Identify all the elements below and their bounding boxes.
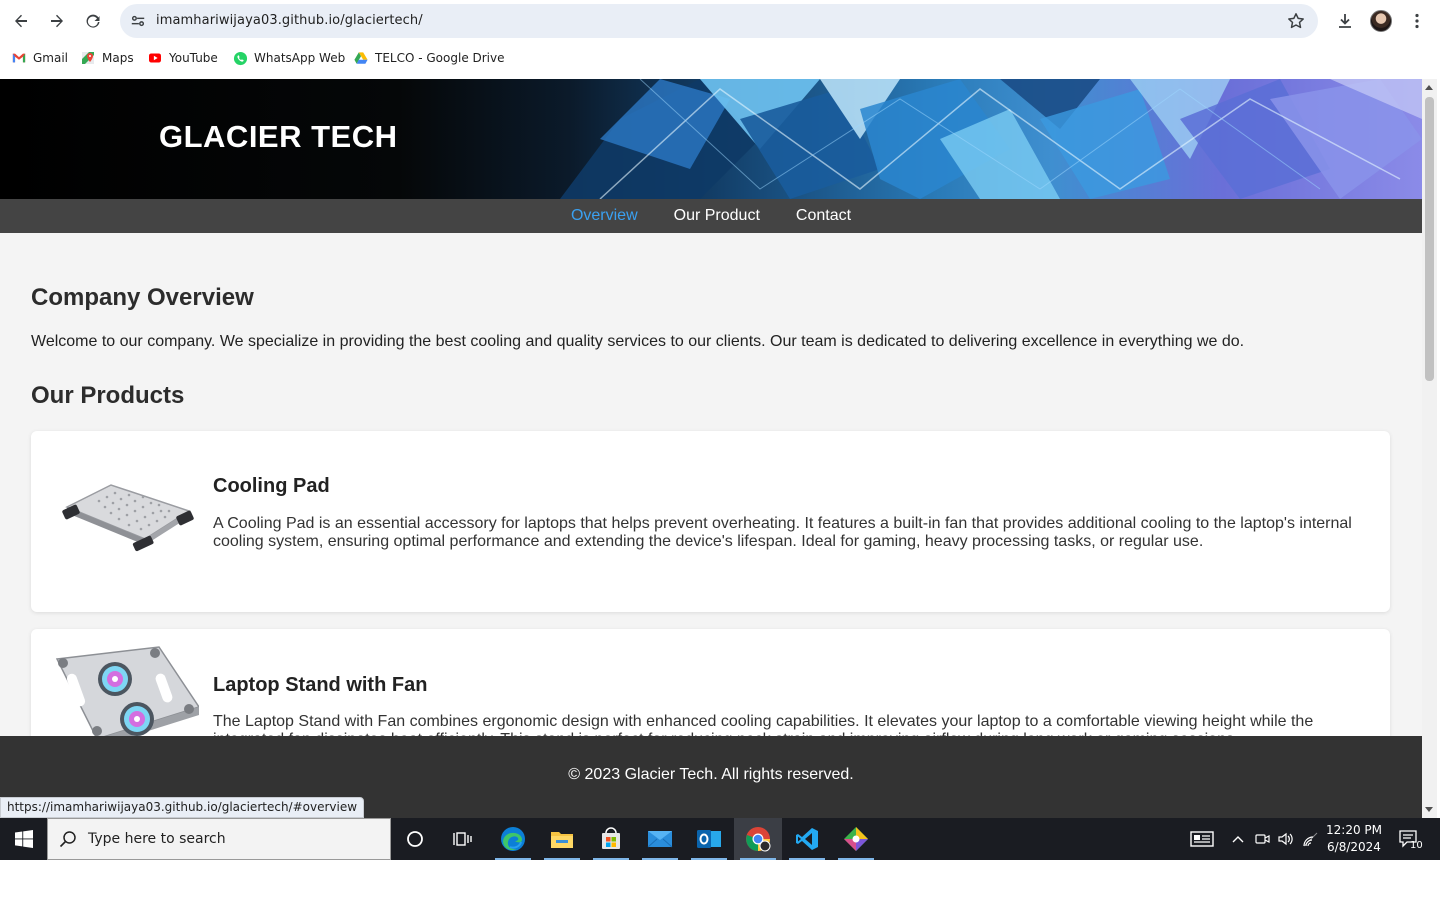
bookmark-google-drive[interactable]: TELCO - Google Drive bbox=[353, 49, 505, 67]
product-title: Cooling Pad bbox=[213, 475, 330, 497]
downloads-icon[interactable] bbox=[1331, 7, 1359, 35]
cooling-pad-image bbox=[49, 467, 199, 577]
page-viewport: GLACIER TECH Overview Our Product Contac… bbox=[0, 79, 1422, 818]
git-kraken-icon[interactable] bbox=[832, 818, 880, 860]
back-button[interactable] bbox=[7, 7, 35, 35]
menu-kebab-icon[interactable] bbox=[1403, 7, 1431, 35]
address-bar[interactable]: imamhariwijaya03.github.io/glaciertech/ bbox=[120, 4, 1318, 38]
bookmark-youtube[interactable]: YouTube bbox=[147, 49, 218, 67]
hero-banner: GLACIER TECH bbox=[0, 79, 1422, 199]
file-explorer-icon[interactable] bbox=[538, 818, 586, 860]
arrow-right-icon bbox=[51, 14, 63, 28]
vscode-icon[interactable] bbox=[783, 818, 831, 860]
product-card-cooling-pad: Cooling Pad A Cooling Pad is an essentia… bbox=[31, 431, 1390, 612]
google-drive-icon bbox=[353, 50, 369, 66]
nav-link-overview[interactable]: Overview bbox=[571, 207, 638, 225]
scroll-up-arrow-icon[interactable] bbox=[1425, 85, 1433, 90]
company-overview-text: Welcome to our company. We specialize in… bbox=[31, 333, 1245, 350]
windows-taskbar: Type here to search 12:20 PM 6/8/2024 10 bbox=[0, 818, 1440, 860]
bookmark-label: Gmail bbox=[33, 51, 69, 65]
link-status-bubble: https://imamhariwijaya03.github.io/glaci… bbox=[0, 797, 365, 818]
profile-avatar[interactable] bbox=[1370, 10, 1392, 32]
screen-bottom-margin bbox=[0, 860, 1440, 900]
chrome-icon[interactable] bbox=[734, 818, 782, 860]
whatsapp-icon bbox=[232, 50, 248, 66]
clock-time: 12:20 PM bbox=[1326, 823, 1382, 837]
site-logo-text[interactable]: GLACIER TECH bbox=[159, 119, 398, 155]
bookmark-maps[interactable]: Maps bbox=[80, 49, 134, 67]
site-info-icon[interactable] bbox=[128, 11, 148, 31]
bookmark-label: WhatsApp Web bbox=[254, 51, 346, 65]
notification-center-icon[interactable]: 10 bbox=[1394, 818, 1424, 860]
chevron-up-icon[interactable] bbox=[1228, 818, 1248, 860]
bookmark-whatsapp[interactable]: WhatsApp Web bbox=[232, 49, 345, 67]
bookmark-star-icon[interactable] bbox=[1286, 11, 1306, 31]
system-clock[interactable]: 12:20 PM 6/8/2024 bbox=[1316, 822, 1392, 856]
site-navbar: Overview Our Product Contact bbox=[0, 199, 1422, 233]
search-icon bbox=[48, 830, 88, 848]
meet-now-icon[interactable] bbox=[1252, 818, 1272, 860]
browser-toolbar: imamhariwijaya03.github.io/glaciertech/ bbox=[0, 0, 1440, 42]
company-overview-heading: Company Overview bbox=[31, 284, 254, 311]
reload-button[interactable] bbox=[79, 7, 107, 35]
cortana-icon[interactable] bbox=[391, 818, 439, 860]
forward-button[interactable] bbox=[43, 7, 71, 35]
taskbar-search-box[interactable]: Type here to search bbox=[47, 818, 391, 860]
bookmarks-bar: Gmail Maps YouTube WhatsApp Web TELCO - … bbox=[0, 44, 1440, 72]
clock-date: 6/8/2024 bbox=[1327, 840, 1381, 854]
arrow-left-icon bbox=[15, 14, 27, 28]
maps-icon bbox=[80, 50, 96, 66]
volume-icon[interactable] bbox=[1276, 818, 1296, 860]
search-placeholder: Type here to search bbox=[88, 831, 226, 847]
bookmark-label: TELCO - Google Drive bbox=[375, 51, 505, 65]
mail-icon[interactable] bbox=[636, 818, 684, 860]
browser-chrome: imamhariwijaya03.github.io/glaciertech/ … bbox=[0, 0, 1440, 79]
gmail-icon bbox=[11, 50, 27, 66]
scroll-down-arrow-icon[interactable] bbox=[1425, 807, 1433, 812]
our-products-heading: Our Products bbox=[31, 382, 185, 409]
notification-count-badge: 10 bbox=[1410, 840, 1423, 851]
news-widget-icon[interactable] bbox=[1186, 818, 1218, 860]
bookmark-gmail[interactable]: Gmail bbox=[11, 49, 68, 67]
windows-logo-icon bbox=[14, 830, 33, 848]
outlook-icon[interactable] bbox=[685, 818, 733, 860]
reload-icon bbox=[86, 14, 100, 28]
task-view-icon[interactable] bbox=[439, 818, 487, 860]
footer-copyright: © 2023 Glacier Tech. All rights reserved… bbox=[568, 766, 854, 783]
product-title: Laptop Stand with Fan bbox=[213, 674, 428, 696]
bookmark-label: YouTube bbox=[169, 51, 218, 65]
start-button[interactable] bbox=[0, 818, 47, 860]
nav-link-our-product[interactable]: Our Product bbox=[674, 207, 760, 225]
scrollbar-thumb[interactable] bbox=[1425, 97, 1434, 381]
microsoft-store-icon[interactable] bbox=[587, 818, 635, 860]
page-scrollbar[interactable] bbox=[1422, 79, 1437, 818]
url-text[interactable]: imamhariwijaya03.github.io/glaciertech/ bbox=[156, 13, 423, 28]
nav-link-contact[interactable]: Contact bbox=[796, 207, 851, 225]
youtube-icon bbox=[147, 50, 163, 66]
bookmark-label: Maps bbox=[102, 51, 134, 65]
edge-browser-icon[interactable] bbox=[489, 818, 537, 860]
product-description: A Cooling Pad is an essential accessory … bbox=[213, 515, 1352, 550]
